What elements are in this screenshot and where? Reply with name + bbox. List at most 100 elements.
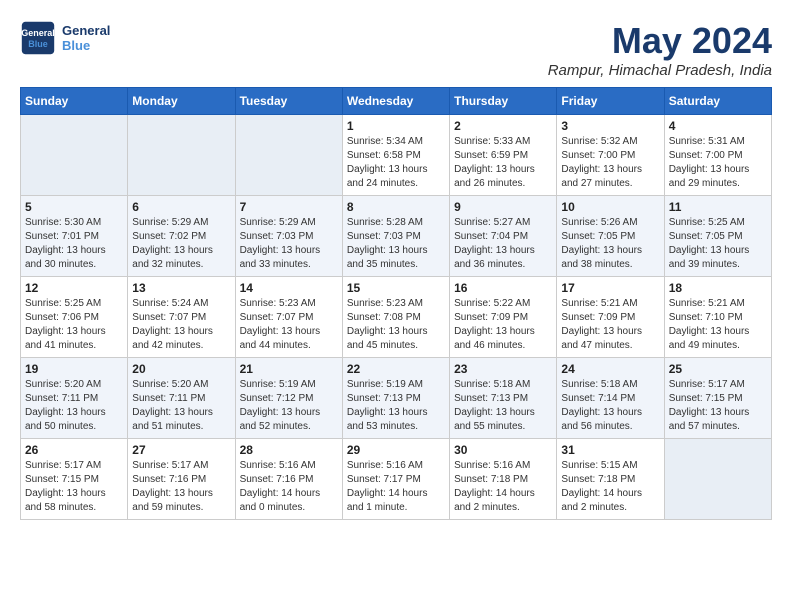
calendar-cell: 7 Sunrise: 5:29 AM Sunset: 7:03 PM Daylig… [235,196,342,277]
day-number: 31 [561,443,659,457]
day-info: Sunrise: 5:26 AM Sunset: 7:05 PM Dayligh… [561,216,659,272]
header-day-wednesday: Wednesday [342,88,449,115]
header-day-sunday: Sunday [21,88,128,115]
page-header: General Blue GeneralBlue May 2024 Rampur… [20,20,772,79]
calendar-cell: 3 Sunrise: 5:32 AM Sunset: 7:00 PM Daylig… [557,115,664,196]
day-info: Sunrise: 5:24 AM Sunset: 7:07 PM Dayligh… [132,297,230,353]
calendar-cell: 18Sunrise: 5:21 AM Sunset: 7:10 PM Dayli… [664,277,771,358]
day-info: Sunrise: 5:28 AM Sunset: 7:03 PM Dayligh… [347,216,445,272]
calendar-cell: 30 Sunrise: 5:16 AM Sunset: 7:18 PM Dayli… [450,439,557,520]
calendar-cell: 19Sunrise: 5:20 AM Sunset: 7:11 PM Dayli… [21,358,128,439]
day-number: 22 [347,362,445,376]
calendar-cell: 17 Sunrise: 5:21 AM Sunset: 7:09 PM Dayli… [557,277,664,358]
logo-text: GeneralBlue [62,23,110,53]
day-number: 6 [132,200,230,214]
header-day-monday: Monday [128,88,235,115]
calendar-cell: 23Sunrise: 5:18 AM Sunset: 7:13 PM Dayli… [450,358,557,439]
calendar-cell: 10 Sunrise: 5:26 AM Sunset: 7:05 PM Dayli… [557,196,664,277]
calendar-cell: 28Sunrise: 5:16 AM Sunset: 7:16 PM Dayli… [235,439,342,520]
day-info: Sunrise: 5:32 AM Sunset: 7:00 PM Dayligh… [561,135,659,191]
svg-text:General: General [21,28,55,38]
day-info: Sunrise: 5:17 AM Sunset: 7:15 PM Dayligh… [25,459,123,515]
calendar-cell: 2 Sunrise: 5:33 AM Sunset: 6:59 PM Daylig… [450,115,557,196]
day-info: Sunrise: 5:16 AM Sunset: 7:18 PM Dayligh… [454,459,552,515]
day-number: 27 [132,443,230,457]
calendar-cell: 14Sunrise: 5:23 AM Sunset: 7:07 PM Dayli… [235,277,342,358]
day-number: 9 [454,200,552,214]
day-number: 18 [669,281,767,295]
calendar-cell: 4Sunrise: 5:31 AM Sunset: 7:00 PM Daylig… [664,115,771,196]
day-info: Sunrise: 5:21 AM Sunset: 7:09 PM Dayligh… [561,297,659,353]
calendar-cell: 6 Sunrise: 5:29 AM Sunset: 7:02 PM Daylig… [128,196,235,277]
week-row-1: 1 Sunrise: 5:34 AM Sunset: 6:58 PM Daylig… [21,115,772,196]
week-row-5: 26 Sunrise: 5:17 AM Sunset: 7:15 PM Dayli… [21,439,772,520]
calendar-cell: 8 Sunrise: 5:28 AM Sunset: 7:03 PM Daylig… [342,196,449,277]
day-number: 25 [669,362,767,376]
calendar-cell: 13 Sunrise: 5:24 AM Sunset: 7:07 PM Dayli… [128,277,235,358]
day-info: Sunrise: 5:25 AM Sunset: 7:05 PM Dayligh… [669,216,767,272]
calendar-cell: 25 Sunrise: 5:17 AM Sunset: 7:15 PM Dayli… [664,358,771,439]
header-day-thursday: Thursday [450,88,557,115]
calendar-cell [21,115,128,196]
day-info: Sunrise: 5:33 AM Sunset: 6:59 PM Dayligh… [454,135,552,191]
day-info: Sunrise: 5:23 AM Sunset: 7:08 PM Dayligh… [347,297,445,353]
day-info: Sunrise: 5:17 AM Sunset: 7:16 PM Dayligh… [132,459,230,515]
calendar-cell: 9Sunrise: 5:27 AM Sunset: 7:04 PM Daylig… [450,196,557,277]
month-title: May 2024 [548,20,772,62]
day-number: 2 [454,119,552,133]
logo-icon: General Blue [20,20,56,56]
day-info: Sunrise: 5:34 AM Sunset: 6:58 PM Dayligh… [347,135,445,191]
calendar-cell [128,115,235,196]
calendar-table: SundayMondayTuesdayWednesdayThursdayFrid… [20,87,772,520]
header-row: SundayMondayTuesdayWednesdayThursdayFrid… [21,88,772,115]
calendar-cell: 22 Sunrise: 5:19 AM Sunset: 7:13 PM Dayli… [342,358,449,439]
day-info: Sunrise: 5:17 AM Sunset: 7:15 PM Dayligh… [669,378,767,434]
day-info: Sunrise: 5:18 AM Sunset: 7:13 PM Dayligh… [454,378,552,434]
day-number: 21 [240,362,338,376]
calendar-header: SundayMondayTuesdayWednesdayThursdayFrid… [21,88,772,115]
day-info: Sunrise: 5:19 AM Sunset: 7:12 PM Dayligh… [240,378,338,434]
day-number: 14 [240,281,338,295]
day-number: 15 [347,281,445,295]
week-row-2: 5Sunrise: 5:30 AM Sunset: 7:01 PM Daylig… [21,196,772,277]
calendar-body: 1 Sunrise: 5:34 AM Sunset: 6:58 PM Daylig… [21,115,772,520]
day-number: 29 [347,443,445,457]
calendar-cell: 16 Sunrise: 5:22 AM Sunset: 7:09 PM Dayli… [450,277,557,358]
day-number: 16 [454,281,552,295]
day-number: 11 [669,200,767,214]
header-day-friday: Friday [557,88,664,115]
day-info: Sunrise: 5:15 AM Sunset: 7:18 PM Dayligh… [561,459,659,515]
day-number: 8 [347,200,445,214]
header-day-saturday: Saturday [664,88,771,115]
calendar-cell: 5Sunrise: 5:30 AM Sunset: 7:01 PM Daylig… [21,196,128,277]
calendar-cell: 1 Sunrise: 5:34 AM Sunset: 6:58 PM Daylig… [342,115,449,196]
day-number: 1 [347,119,445,133]
day-number: 26 [25,443,123,457]
day-number: 19 [25,362,123,376]
day-number: 12 [25,281,123,295]
day-info: Sunrise: 5:16 AM Sunset: 7:16 PM Dayligh… [240,459,338,515]
day-number: 13 [132,281,230,295]
week-row-3: 12 Sunrise: 5:25 AM Sunset: 7:06 PM Dayli… [21,277,772,358]
day-number: 7 [240,200,338,214]
day-number: 17 [561,281,659,295]
logo: General Blue GeneralBlue [20,20,110,56]
day-number: 10 [561,200,659,214]
day-info: Sunrise: 5:18 AM Sunset: 7:14 PM Dayligh… [561,378,659,434]
day-info: Sunrise: 5:25 AM Sunset: 7:06 PM Dayligh… [25,297,123,353]
day-info: Sunrise: 5:19 AM Sunset: 7:13 PM Dayligh… [347,378,445,434]
day-info: Sunrise: 5:30 AM Sunset: 7:01 PM Dayligh… [25,216,123,272]
day-info: Sunrise: 5:29 AM Sunset: 7:03 PM Dayligh… [240,216,338,272]
title-block: May 2024 Rampur, Himachal Pradesh, India [548,20,772,79]
day-number: 3 [561,119,659,133]
day-number: 4 [669,119,767,133]
calendar-cell: 24Sunrise: 5:18 AM Sunset: 7:14 PM Dayli… [557,358,664,439]
day-number: 30 [454,443,552,457]
week-row-4: 19 Sunrise: 5:20 AM Sunset: 7:11 PM Dayli… [21,358,772,439]
calendar-cell [664,439,771,520]
header-day-tuesday: Tuesday [235,88,342,115]
day-info: Sunrise: 5:22 AM Sunset: 7:09 PM Dayligh… [454,297,552,353]
calendar-cell: 20Sunrise: 5:20 AM Sunset: 7:11 PM Dayli… [128,358,235,439]
day-info: Sunrise: 5:20 AM Sunset: 7:11 PM Dayligh… [132,378,230,434]
day-info: Sunrise: 5:29 AM Sunset: 7:02 PM Dayligh… [132,216,230,272]
